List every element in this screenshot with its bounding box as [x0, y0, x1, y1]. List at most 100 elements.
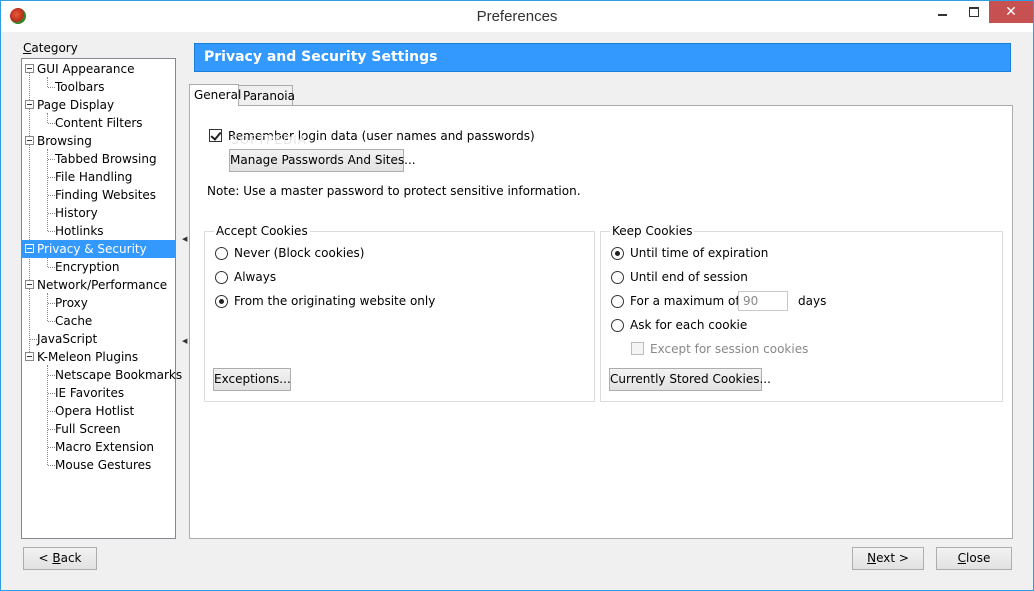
back-button[interactable]: < Back [23, 547, 97, 570]
tree-item-network-performance[interactable]: Network/Performance [22, 276, 167, 294]
tab-general[interactable]: General [189, 84, 241, 106]
tree-item-hotlinks[interactable]: Hotlinks [22, 222, 104, 240]
tree-item-label: Proxy [55, 296, 88, 310]
next-button[interactable]: Next > [852, 547, 924, 570]
stored-cookies-button[interactable]: Currently Stored Cookies... [609, 368, 771, 391]
watermark: SOFTPEDIA [231, 133, 307, 147]
days-label: days [798, 294, 827, 308]
tree-item-label: File Handling [55, 170, 133, 184]
tree-item-label: Mouse Gestures [55, 458, 152, 472]
remember-login-checkbox[interactable] [209, 129, 222, 142]
maximize-button[interactable] [959, 1, 989, 23]
tree-item-file-handling[interactable]: File Handling [22, 168, 132, 186]
page-title: Privacy and Security Settings [194, 43, 1011, 72]
collapse-left-arrow-icon[interactable]: ◀ [182, 337, 187, 345]
accept-cookies-title: Accept Cookies [214, 224, 310, 238]
category-tree[interactable]: GUI Appearance Toolbars Page Display Con… [21, 58, 182, 539]
minimize-icon [937, 14, 947, 16]
close-mnemonic: C [957, 551, 967, 565]
tree-item-page-display[interactable]: Page Display [22, 96, 114, 114]
close-rest: lose [966, 551, 991, 565]
radio-ask-each-cookie[interactable] [611, 319, 624, 332]
tree-item-netscape-bookmarks[interactable]: Netscape Bookmarks [22, 366, 182, 384]
tree-item-gui-appearance[interactable]: GUI Appearance [22, 60, 135, 78]
radio-always[interactable] [215, 271, 228, 284]
category-label-rest: ategory [31, 41, 78, 55]
general-tab-panel: SOFTPEDIA Remember login data (user name… [189, 105, 1013, 539]
max-days-input[interactable]: 90 [738, 291, 788, 311]
tree-item-label: Browsing [37, 134, 92, 148]
next-mnemonic: N [867, 551, 877, 565]
collapse-icon[interactable] [25, 136, 34, 145]
tree-item-label: K-Meleon Plugins [37, 350, 139, 364]
tree-item-label: Network/Performance [37, 278, 168, 292]
minimize-button[interactable] [927, 1, 957, 23]
tab-paranoia[interactable]: Paranoia [238, 85, 295, 105]
window-title: Preferences [476, 8, 558, 25]
exceptions-button[interactable]: Exceptions... [213, 368, 291, 391]
radio-until-expiration-label[interactable]: Until time of expiration [630, 246, 768, 260]
radio-ask-each-cookie-label[interactable]: Ask for each cookie [630, 318, 747, 332]
collapse-icon[interactable] [25, 100, 34, 109]
tree-item-finding-websites[interactable]: Finding Websites [22, 186, 156, 204]
tree-item-toolbars[interactable]: Toolbars [22, 78, 104, 96]
radio-originating-website[interactable] [215, 295, 228, 308]
tree-item-browsing[interactable]: Browsing [22, 132, 92, 150]
tree-item-full-screen[interactable]: Full Screen [22, 420, 121, 438]
maximize-icon [969, 7, 979, 17]
radio-maximum-days[interactable] [611, 295, 624, 308]
tree-item-label: Finding Websites [55, 188, 157, 202]
tree-item-label: History [55, 206, 98, 220]
tree-item-content-filters[interactable]: Content Filters [22, 114, 143, 132]
tree-item-label: Content Filters [55, 116, 143, 130]
radio-originating-website-label[interactable]: From the originating website only [234, 294, 435, 308]
tree-item-label: Encryption [55, 260, 120, 274]
tree-item-label: Toolbars [55, 80, 105, 94]
tree-item-encryption[interactable]: Encryption [22, 258, 119, 276]
radio-always-label[interactable]: Always [234, 270, 276, 284]
tree-item-ie-favorites[interactable]: IE Favorites [22, 384, 124, 402]
tree-item-opera-hotlist[interactable]: Opera Hotlist [22, 402, 134, 420]
tree-item-label: Macro Extension [55, 440, 155, 454]
radio-end-of-session[interactable] [611, 271, 624, 284]
close-button[interactable]: Close [936, 547, 1012, 570]
tree-item-history[interactable]: History [22, 204, 98, 222]
tree-item-label: Cache [55, 314, 93, 328]
radio-never-block[interactable] [215, 247, 228, 260]
except-session-checkbox[interactable] [631, 342, 644, 355]
tree-item-privacy-security[interactable]: Privacy & Security [22, 240, 175, 258]
tree-item-javascript[interactable]: JavaScript [22, 330, 97, 348]
tree-item-mouse-gestures[interactable]: Mouse Gestures [22, 456, 151, 474]
collapse-icon[interactable] [25, 352, 34, 361]
tree-item-label: Page Display [37, 98, 115, 112]
back-prefix: < [38, 551, 53, 565]
tree-item-label: IE Favorites [55, 386, 125, 400]
tree-item-k-meleon-plugins[interactable]: K-Meleon Plugins [22, 348, 138, 366]
tree-item-proxy[interactable]: Proxy [22, 294, 88, 312]
close-window-button[interactable]: ✕ [989, 1, 1033, 23]
radio-maximum-days-label[interactable]: For a maximum of [630, 294, 740, 308]
next-rest: ext > [876, 551, 909, 565]
manage-passwords-button[interactable]: Manage Passwords And Sites... [229, 149, 416, 172]
radio-never-block-label[interactable]: Never (Block cookies) [234, 246, 364, 260]
preferences-window: Preferences ✕ Category GUI Appearance To… [0, 0, 1034, 591]
back-rest: ack [60, 551, 82, 565]
radio-end-of-session-label[interactable]: Until end of session [630, 270, 748, 284]
keep-cookies-title: Keep Cookies [610, 224, 695, 238]
tree-item-label: Tabbed Browsing [55, 152, 157, 166]
collapse-icon[interactable] [25, 244, 34, 253]
except-session-label[interactable]: Except for session cookies [650, 342, 808, 356]
tree-item-tabbed-browsing[interactable]: Tabbed Browsing [22, 150, 157, 168]
radio-until-expiration[interactable] [611, 247, 624, 260]
tree-item-label: Privacy & Security [37, 242, 147, 256]
tree-item-cache[interactable]: Cache [22, 312, 92, 330]
category-label: Category [23, 41, 78, 55]
title-bar[interactable]: Preferences ✕ [1, 1, 1033, 32]
collapse-left-arrow-icon[interactable]: ◀ [182, 235, 187, 243]
collapse-icon[interactable] [25, 64, 34, 73]
collapse-icon[interactable] [25, 280, 34, 289]
back-mnemonic: B [52, 551, 61, 565]
tree-item-label: Full Screen [55, 422, 121, 436]
pane-splitter[interactable] [180, 41, 185, 539]
tree-item-macro-extension[interactable]: Macro Extension [22, 438, 154, 456]
